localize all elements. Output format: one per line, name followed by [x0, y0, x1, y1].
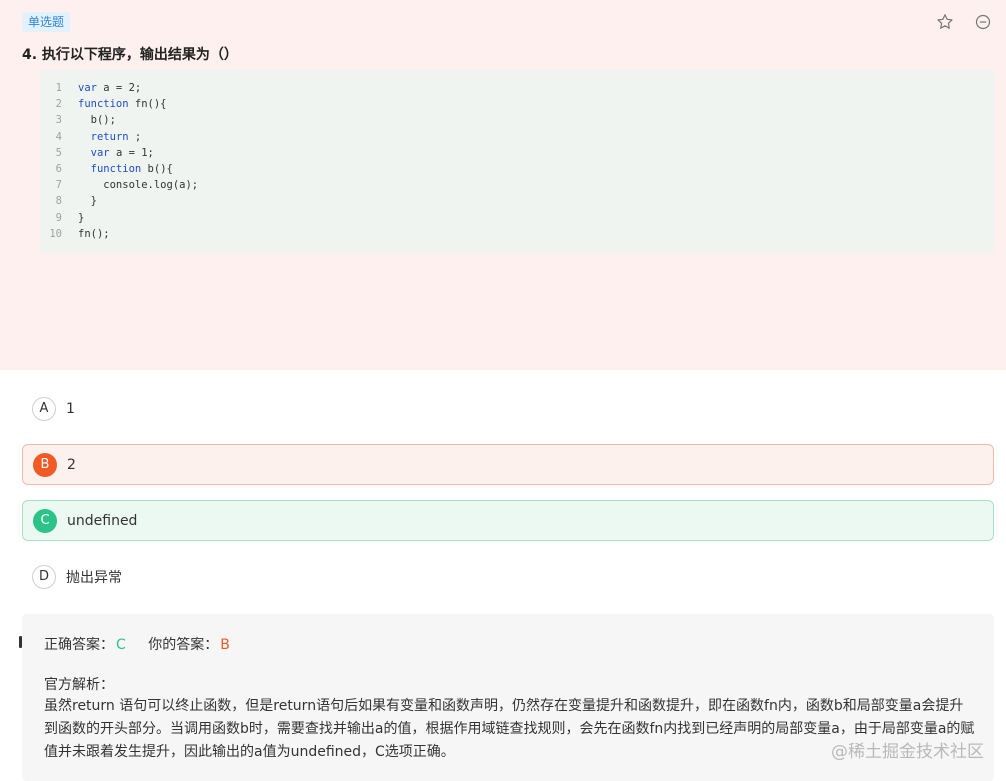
star-icon[interactable]: [936, 13, 954, 31]
question-title: 4. 执行以下程序，输出结果为（）: [22, 47, 238, 63]
code-line: 10 fn();: [40, 226, 994, 242]
minus-circle-icon[interactable]: [974, 13, 992, 31]
line-number: 7: [55, 179, 62, 192]
your-answer-value: B: [220, 637, 230, 653]
code-line: 4 return ;: [40, 129, 994, 145]
code-line: 6 function b(){: [40, 161, 994, 177]
code-text: }: [78, 195, 97, 208]
code-line: 2 function fn(){: [40, 96, 994, 112]
line-number: 3: [55, 114, 62, 127]
code-text: var a = 1;: [90, 146, 154, 159]
code-line: 8 }: [40, 193, 994, 209]
code-text: fn();: [78, 227, 110, 240]
line-number: 9: [55, 211, 62, 224]
option-letter: D: [32, 564, 56, 589]
code-line: 5 var a = 1;: [40, 145, 994, 161]
line-number: 6: [55, 163, 62, 176]
code-text: function b(){: [90, 163, 173, 176]
option-letter: B: [33, 452, 57, 477]
question-type-tag: 单选题: [22, 12, 71, 32]
code-text: }: [78, 211, 85, 224]
code-text: var a = 2;: [78, 82, 142, 94]
option-text: 1: [66, 400, 75, 417]
question-actions: [936, 13, 992, 31]
line-number: 8: [55, 195, 62, 208]
line-number: 5: [55, 146, 62, 159]
option-text: 2: [67, 456, 76, 473]
code-block: 1 var a = 2; 2 function fn(){3 b(); 4 return…: [40, 70, 994, 252]
question-panel: 单选题 4. 执行以下程序，输出结果为（） 1 var a = 2; 2 functi…: [0, 0, 1006, 370]
code-text: b();: [78, 114, 116, 127]
code-line: 1 var a = 2;: [40, 80, 994, 96]
option-a[interactable]: A 1: [22, 388, 994, 429]
correct-answer-value: C: [116, 637, 126, 653]
option-b[interactable]: B 2: [22, 444, 994, 485]
option-letter: A: [32, 396, 56, 421]
option-text: 抛出异常: [66, 569, 122, 586]
line-number: 10: [49, 227, 62, 240]
answer-summary: 正确答案： C 你的答案： B: [44, 634, 230, 654]
line-number: 4: [55, 130, 62, 143]
code-line: 3 b();: [40, 112, 994, 128]
line-number: 2: [55, 98, 62, 111]
code-text: function fn(){: [78, 98, 167, 111]
code-line: 7 console.log(a);: [40, 177, 994, 193]
option-c[interactable]: C undefined: [22, 500, 994, 541]
line-number: 1: [55, 82, 62, 94]
option-text: undefined: [67, 512, 138, 529]
your-answer-label: 你的答案：: [148, 637, 219, 653]
watermark: @稀土掘金技术社区: [831, 742, 984, 762]
option-letter: C: [33, 508, 57, 533]
analysis-label: 官方解析：: [44, 677, 114, 693]
code-line: 9}: [40, 210, 994, 226]
option-d[interactable]: D 抛出异常: [22, 556, 994, 597]
code-text: return ;: [90, 130, 142, 143]
correct-answer-label: 正确答案：: [44, 637, 114, 653]
code-text: console.log(a);: [78, 179, 199, 192]
